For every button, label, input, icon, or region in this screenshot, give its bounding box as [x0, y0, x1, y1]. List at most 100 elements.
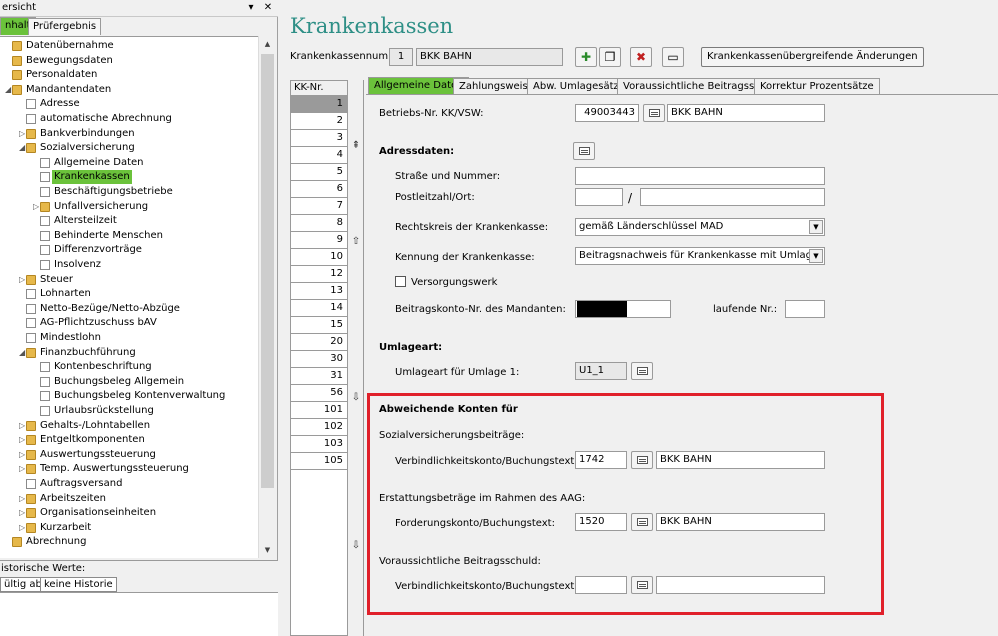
tab-abw-umlagesaetze[interactable]: Abw. Umlagesätze [527, 78, 631, 95]
tree-item[interactable]: Insolvenz [0, 258, 258, 273]
kk-list-item[interactable]: 103 [291, 436, 347, 453]
kk-list-item[interactable]: 14 [291, 300, 347, 317]
kk-list-item[interactable]: 2 [291, 113, 347, 130]
scrollbar-thumb[interactable] [261, 54, 274, 488]
tree-item[interactable]: Differenzvorträge [0, 243, 258, 258]
kk-list-item[interactable]: 5 [291, 164, 347, 181]
postal-code-field[interactable] [575, 188, 623, 206]
tree-item[interactable]: ▷ Entgeltkomponenten [0, 433, 258, 448]
tree-item[interactable]: ▷ Kurzarbeit [0, 521, 258, 536]
kk-list-item[interactable]: 10 [291, 249, 347, 266]
tree-item[interactable]: ▷ Steuer [0, 273, 258, 288]
tree-item[interactable]: Netto-Bezüge/Netto-Abzüge [0, 302, 258, 317]
kk-list-item[interactable]: 15 [291, 317, 347, 334]
versorgungswerk-checkbox[interactable] [395, 276, 406, 287]
tree-item[interactable]: Krankenkassen [0, 170, 258, 185]
kk-list-scrollbar[interactable]: ⇞ ⇧ ⇩ ⇩ [348, 80, 364, 636]
address-lookup-icon[interactable] [573, 142, 595, 160]
tree-item[interactable]: ▷ Organisationseinheiten [0, 506, 258, 521]
tree-item[interactable]: ▷ Bankverbindungen [0, 127, 258, 142]
tree-item[interactable]: Bewegungsdaten [0, 54, 258, 69]
tree-item[interactable]: Urlaubsrückstellung [0, 404, 258, 419]
kk-list-item[interactable]: 56 [291, 385, 347, 402]
kk-list-item[interactable]: 12 [291, 266, 347, 283]
chevron-down-icon[interactable]: ▼ [809, 220, 823, 234]
copy-icon[interactable]: ❐ [599, 47, 621, 67]
kk-list-item[interactable]: 1 [291, 96, 347, 113]
sv-account-lookup-icon[interactable] [631, 451, 653, 469]
no-history-button[interactable]: keine Historie [40, 577, 117, 592]
street-field[interactable] [575, 167, 825, 185]
lookup-icon[interactable] [643, 104, 665, 122]
scroll-page-down-icon[interactable]: ⇩ [350, 392, 362, 403]
tree-item[interactable]: ▷ Gehalts-/Lohntabellen [0, 419, 258, 434]
rechtskreis-select[interactable]: gemäß Länderschlüssel MAD ▼ [575, 218, 825, 236]
kk-list-item[interactable]: 102 [291, 419, 347, 436]
tree-item[interactable]: ▷ Arbeitszeiten [0, 492, 258, 507]
umlage1-field[interactable]: U1_1 [575, 362, 627, 380]
tree-item[interactable]: Behinderte Menschen [0, 229, 258, 244]
tree-item[interactable]: ◢ Finanzbuchführung [0, 346, 258, 361]
tree-item[interactable]: Beschäftigungsbetriebe [0, 185, 258, 200]
tree-item[interactable]: AG-Pflichtzuschuss bAV [0, 316, 258, 331]
tree-item[interactable]: Abrechnung [0, 535, 258, 550]
chevron-down-icon[interactable]: ▼ [809, 249, 823, 263]
city-field[interactable] [640, 188, 825, 206]
tree-item[interactable]: Auftragsversand [0, 477, 258, 492]
tree-item[interactable]: Kontenbeschriftung [0, 360, 258, 375]
sv-account-field[interactable]: 1742 [575, 451, 627, 469]
sv-booking-text-field[interactable]: BKK BAHN [656, 451, 825, 469]
aag-booking-text-field[interactable]: BKK BAHN [656, 513, 825, 531]
tab-korrektur-prozentsaetze[interactable]: Korrektur Prozentsätze [754, 78, 880, 95]
details-icon[interactable]: ▭ [662, 47, 684, 67]
kk-list-item[interactable]: 105 [291, 453, 347, 470]
tree-item[interactable]: ▷ Auswertungssteuerung [0, 448, 258, 463]
kk-name-field[interactable]: BKK BAHN [416, 48, 563, 66]
umlage-lookup-icon[interactable] [631, 362, 653, 380]
expected-booking-text-field[interactable] [656, 576, 825, 594]
kk-list-item[interactable]: 31 [291, 368, 347, 385]
pin-icon[interactable]: ▾ [245, 2, 257, 14]
tree-item[interactable]: Datenübernahme [0, 39, 258, 54]
scroll-page-up-icon[interactable]: ⇧ [350, 236, 362, 247]
tree-item[interactable]: ▷ Unfallversicherung [0, 200, 258, 215]
aag-account-field[interactable]: 1520 [575, 513, 627, 531]
tree-item[interactable]: ◢ Mandantendaten [0, 83, 258, 98]
kk-list-item[interactable]: 20 [291, 334, 347, 351]
tree-item[interactable]: Buchungsbeleg Allgemein [0, 375, 258, 390]
kk-list-item[interactable]: 9 [291, 232, 347, 249]
scroll-first-icon[interactable]: ⇞ [350, 140, 362, 151]
kk-list-item[interactable]: 101 [291, 402, 347, 419]
kk-list-item[interactable]: 13 [291, 283, 347, 300]
valid-from-button[interactable]: ültig ab [0, 577, 46, 592]
expected-account-lookup-icon[interactable] [631, 576, 653, 594]
kk-list-item[interactable]: 7 [291, 198, 347, 215]
kk-list-item[interactable]: 6 [291, 181, 347, 198]
betriebsnr-field[interactable]: 49003443 [575, 104, 639, 122]
tree-item[interactable]: Altersteilzeit [0, 214, 258, 229]
tree-item[interactable]: Personaldaten [0, 68, 258, 83]
kk-number-field[interactable]: 1 [389, 48, 413, 66]
tree-item[interactable]: Lohnarten [0, 287, 258, 302]
betriebsnr-name-field[interactable]: BKK BAHN [667, 104, 825, 122]
laufende-nr-field[interactable] [785, 300, 825, 318]
kk-list-item[interactable]: 4 [291, 147, 347, 164]
expected-account-field[interactable] [575, 576, 627, 594]
kk-list-item[interactable]: 30 [291, 351, 347, 368]
tree-item[interactable]: ▷ Temp. Auswertungssteuerung [0, 462, 258, 477]
cross-changes-button[interactable]: Krankenkassenübergreifende Änderungen [701, 47, 924, 67]
scroll-down-icon[interactable]: ▼ [259, 542, 276, 558]
new-record-icon[interactable]: ✚ [575, 47, 597, 67]
aag-account-lookup-icon[interactable] [631, 513, 653, 531]
beitragskonto-field[interactable] [575, 300, 671, 318]
close-icon[interactable]: ✕ [262, 2, 274, 14]
tree-item[interactable]: Adresse [0, 97, 258, 112]
tab-pruefergebnis[interactable]: Prüfergebnis [28, 18, 102, 35]
kennung-select[interactable]: Beitragsnachweis für Krankenkasse mit Um… [575, 247, 825, 265]
tree-item[interactable]: ◢ Sozialversicherung [0, 141, 258, 156]
scroll-up-icon[interactable]: ▲ [259, 36, 276, 52]
tree-item[interactable]: Buchungsbeleg Kontenverwaltung [0, 389, 258, 404]
delete-icon[interactable]: ✖ [630, 47, 652, 67]
tree-item[interactable]: Mindestlohn [0, 331, 258, 346]
kk-list-item[interactable]: 8 [291, 215, 347, 232]
